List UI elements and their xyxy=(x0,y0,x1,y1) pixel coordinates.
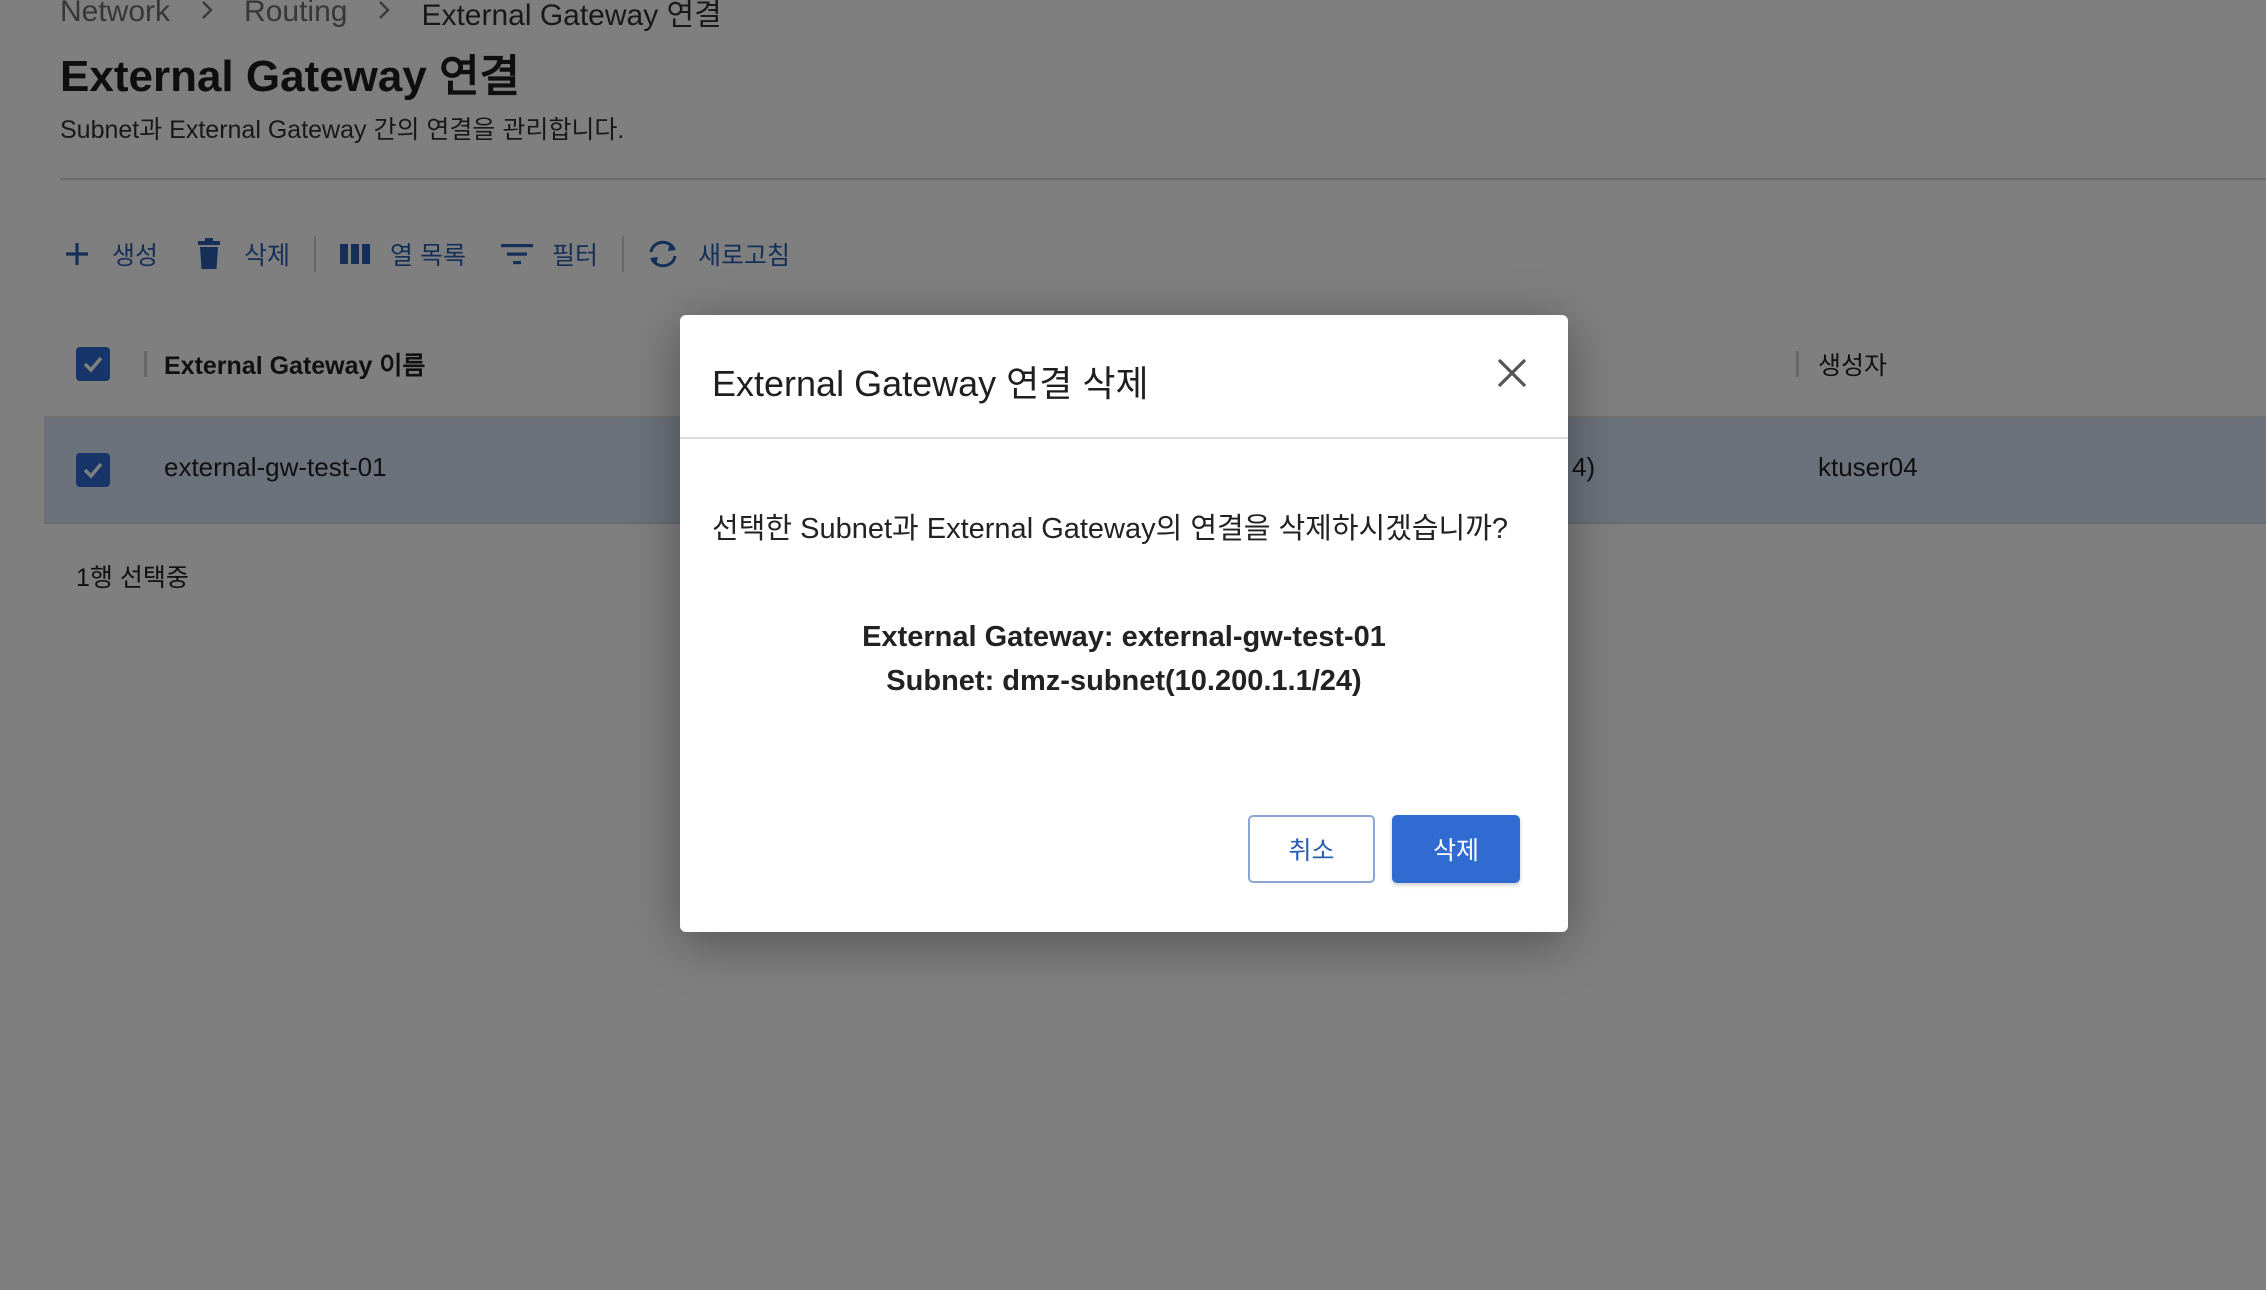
cancel-button[interactable]: 취소 xyxy=(1248,815,1375,883)
dialog-header: External Gateway 연결 삭제 xyxy=(680,315,1568,439)
detail-subnet: Subnet: dmz-subnet(10.200.1.1/24) xyxy=(886,665,1362,697)
dialog-detail: External Gateway: external-gw-test-01 Su… xyxy=(680,615,1568,703)
confirm-delete-button[interactable]: 삭제 xyxy=(1392,815,1520,883)
detail-gateway: External Gateway: external-gw-test-01 xyxy=(862,621,1386,653)
dialog-message: 선택한 Subnet과 External Gateway의 연결을 삭제하시겠습… xyxy=(712,513,1509,545)
close-icon xyxy=(1497,358,1527,388)
delete-confirm-dialog: External Gateway 연결 삭제 선택한 Subnet과 Exter… xyxy=(680,315,1568,932)
close-button[interactable] xyxy=(1490,351,1534,395)
dialog-title: External Gateway 연결 삭제 xyxy=(712,363,1149,404)
